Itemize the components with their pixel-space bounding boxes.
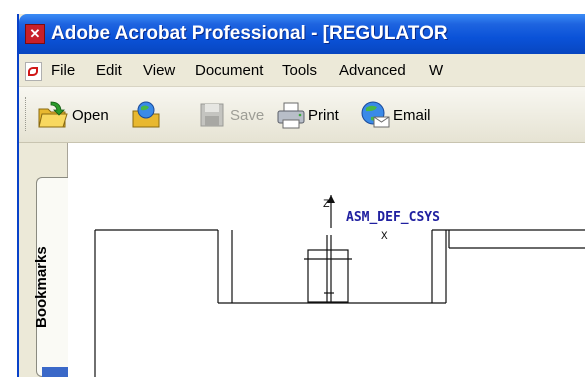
window-title: Adobe Acrobat Professional - [REGULATOR bbox=[51, 23, 448, 44]
bookmarks-tab-label[interactable]: Bookmarks bbox=[33, 246, 50, 328]
z-axis-label: Z bbox=[323, 199, 330, 211]
menu-view[interactable]: View bbox=[143, 62, 175, 79]
email-button[interactable]: Email bbox=[393, 107, 431, 124]
open-folder-icon[interactable] bbox=[37, 100, 69, 130]
menu-bar: File Edit View Document Tools Advanced W bbox=[19, 54, 585, 87]
email-globe-icon[interactable] bbox=[359, 100, 391, 130]
menu-advanced[interactable]: Advanced bbox=[339, 62, 406, 79]
content-area: Bookmarks Z X ASM_DEF_CSYS bbox=[19, 143, 585, 377]
open-button[interactable]: Open bbox=[72, 107, 109, 124]
organizer-icon[interactable] bbox=[131, 100, 163, 130]
menu-file[interactable]: File bbox=[51, 62, 75, 79]
save-button[interactable]: Save bbox=[230, 107, 264, 124]
save-disk-icon[interactable] bbox=[197, 100, 229, 130]
bookmarks-tab-indicator bbox=[42, 367, 68, 377]
acrobat-window: ✕ Adobe Acrobat Professional - [REGULATO… bbox=[17, 14, 585, 377]
toolbar-grip[interactable] bbox=[25, 97, 29, 131]
file-toolbar: Open Save Print Email bbox=[19, 87, 585, 143]
menu-window[interactable]: W bbox=[429, 62, 443, 79]
menu-document[interactable]: Document bbox=[195, 62, 263, 79]
print-button[interactable]: Print bbox=[308, 107, 339, 124]
navigation-pane: Bookmarks bbox=[19, 143, 68, 377]
acrobat-app-icon[interactable]: ✕ bbox=[25, 24, 45, 44]
printer-icon[interactable] bbox=[275, 100, 307, 130]
drawing-page[interactable]: Z X ASM_DEF_CSYS bbox=[69, 143, 585, 377]
csys-label: ASM_DEF_CSYS bbox=[346, 210, 440, 225]
menu-tools[interactable]: Tools bbox=[282, 62, 317, 79]
x-axis-label: X bbox=[381, 231, 388, 243]
menu-edit[interactable]: Edit bbox=[96, 62, 122, 79]
pdf-document-icon[interactable] bbox=[25, 62, 42, 81]
title-bar[interactable]: ✕ Adobe Acrobat Professional - [REGULATO… bbox=[19, 14, 585, 54]
